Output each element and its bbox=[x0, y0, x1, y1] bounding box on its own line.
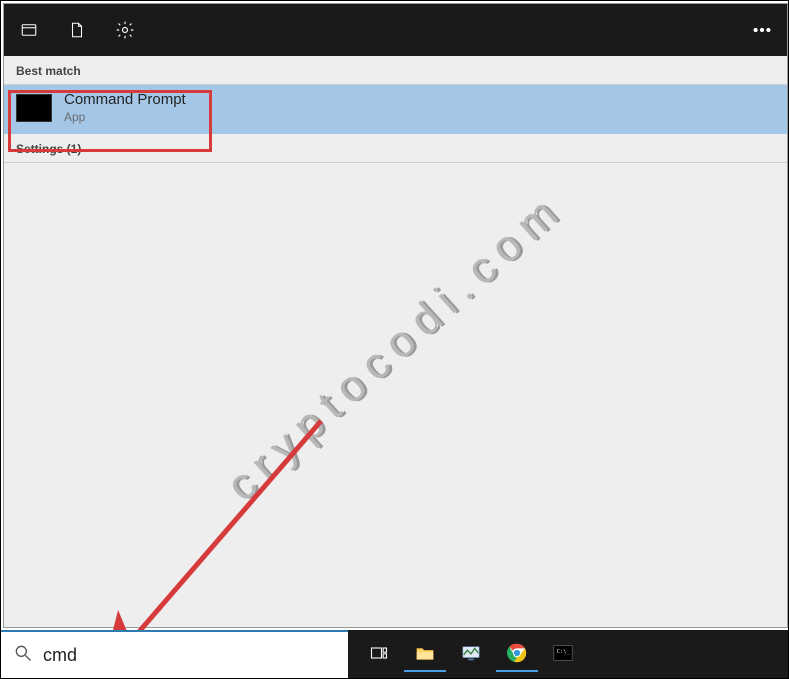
svg-text:C:\_: C:\_ bbox=[557, 649, 571, 655]
search-input[interactable] bbox=[41, 644, 336, 667]
taskview-button[interactable] bbox=[358, 636, 400, 672]
taskbar: C:\_ bbox=[1, 630, 788, 678]
filter-apps-icon[interactable] bbox=[18, 19, 40, 41]
terminal-button[interactable]: C:\_ bbox=[542, 636, 584, 672]
search-icon bbox=[13, 643, 33, 668]
filter-more-icon[interactable] bbox=[751, 19, 773, 41]
watermark-text: cryptocodi.com bbox=[217, 182, 574, 511]
filter-settings-icon[interactable] bbox=[114, 19, 136, 41]
chrome-button[interactable] bbox=[496, 636, 538, 672]
filter-documents-icon[interactable] bbox=[66, 19, 88, 41]
section-settings-label: Settings (1) bbox=[4, 134, 787, 163]
result-command-prompt[interactable]: Command Prompt App bbox=[4, 85, 787, 134]
monitor-button[interactable] bbox=[450, 636, 492, 672]
result-subtitle: App bbox=[64, 110, 186, 124]
section-best-match-label: Best match bbox=[4, 56, 787, 85]
search-filter-header bbox=[4, 4, 787, 56]
result-title: Command Prompt bbox=[64, 91, 186, 108]
file-explorer-button[interactable] bbox=[404, 636, 446, 672]
cortana-search-panel: Best match Command Prompt App Settings (… bbox=[3, 3, 788, 628]
taskbar-search-box[interactable] bbox=[1, 630, 348, 678]
cmd-thumbnail-icon bbox=[16, 94, 52, 122]
taskbar-icons: C:\_ bbox=[348, 630, 594, 678]
